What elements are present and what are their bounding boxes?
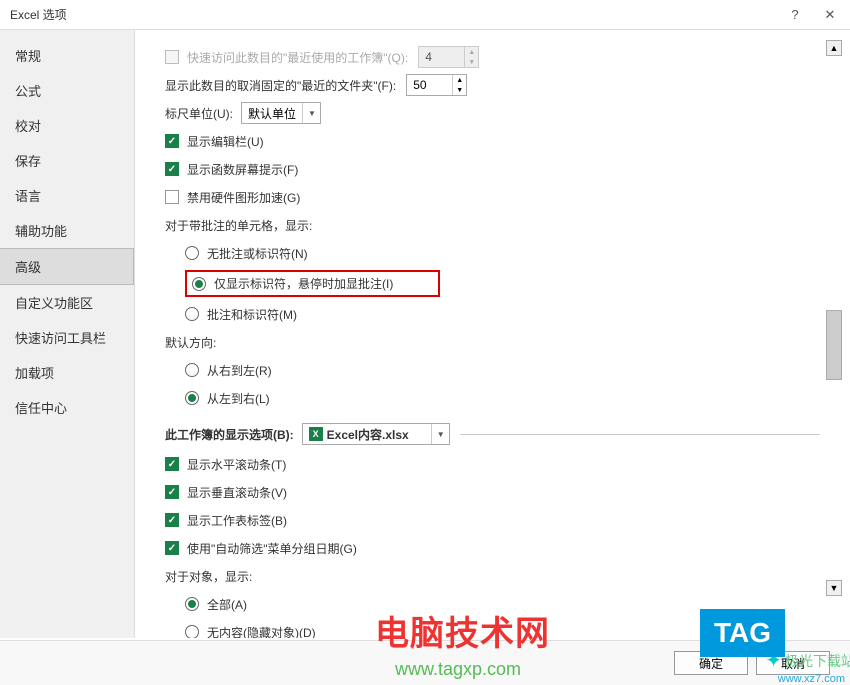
ok-button[interactable]: 确定 [674,651,748,675]
disable-hw-accel-checkbox[interactable] [165,190,179,204]
workbook-dropdown[interactable]: X Excel内容.xlsx ▼ [302,423,450,445]
vscroll-checkbox[interactable] [165,485,179,499]
highlight-annotation: 仅显示标识符，悬停时加显批注(I) [185,270,440,297]
hscroll-checkbox[interactable] [165,457,179,471]
hscroll-label: 显示水平滚动条(T) [187,456,286,473]
dir-rtl-radio[interactable] [185,363,199,377]
workbook-value: Excel内容.xlsx [327,426,409,443]
vscroll-label: 显示垂直滚动条(V) [187,484,287,501]
dir-ltr-radio[interactable] [185,391,199,405]
sidebar-item-addins[interactable]: 加载项 [0,355,134,390]
unpinned-value[interactable] [407,76,452,94]
sheet-tabs-checkbox[interactable] [165,513,179,527]
cancel-button[interactable]: 取消 [756,651,830,675]
show-formula-bar-label: 显示编辑栏(U) [187,133,264,150]
comments-indicator-radio[interactable] [192,277,206,291]
window-controls: ? ✕ [785,5,840,25]
workbook-section-header: 此工作簿的显示选项(B): X Excel内容.xlsx ▼ [165,423,820,445]
sidebar-item-qat[interactable]: 快速访问工具栏 [0,320,134,355]
ruler-units-value: 默认单位 [248,105,296,122]
quick-access-checkbox [165,50,179,64]
ruler-label: 标尺单位(U): [165,105,233,122]
footer: 确定 取消 [0,640,850,685]
sidebar-item-customize-ribbon[interactable]: 自定义功能区 [0,285,134,320]
chevron-up-icon[interactable]: ▲ [453,75,466,85]
comments-header: 对于带批注的单元格，显示: [165,217,312,234]
scrollbar-thumb[interactable] [826,310,842,380]
comments-none-radio[interactable] [185,246,199,260]
titlebar: Excel 选项 ? ✕ [0,0,850,30]
unpinned-label: 显示此数目的取消固定的"最近的文件夹"(F): [165,77,396,94]
ruler-units-dropdown[interactable]: 默认单位 ▼ [241,102,321,124]
help-icon[interactable]: ? [785,5,805,25]
comments-both-radio[interactable] [185,307,199,321]
sheet-tabs-label: 显示工作表标签(B) [187,512,287,529]
sidebar-item-general[interactable]: 常规 [0,38,134,73]
sidebar-item-accessibility[interactable]: 辅助功能 [0,213,134,248]
scroll-up-icon[interactable]: ▲ [826,40,842,56]
sidebar-item-formulas[interactable]: 公式 [0,73,134,108]
sidebar-item-save[interactable]: 保存 [0,143,134,178]
autofilter-dates-checkbox[interactable] [165,541,179,555]
objects-none-label: 无内容(隐藏对象)(D) [207,624,316,639]
objects-all-radio[interactable] [185,597,199,611]
unpinned-spinner[interactable]: ▲▼ [406,74,467,96]
comments-indicator-label: 仅显示标识符，悬停时加显批注(I) [214,275,433,292]
show-function-tips-label: 显示函数屏幕提示(F) [187,161,298,178]
sidebar-item-proofing[interactable]: 校对 [0,108,134,143]
excel-icon: X [309,427,323,441]
sidebar-item-trust-center[interactable]: 信任中心 [0,390,134,425]
sidebar-item-language[interactable]: 语言 [0,178,134,213]
chevron-down-icon: ▼ [302,103,316,123]
show-function-tips-checkbox[interactable] [165,162,179,176]
objects-all-label: 全部(A) [207,596,247,613]
autofilter-dates-label: 使用"自动筛选"菜单分组日期(G) [187,540,357,557]
sidebar: 常规 公式 校对 保存 语言 辅助功能 高级 自定义功能区 快速访问工具栏 加载… [0,30,135,638]
objects-header: 对于对象，显示: [165,568,252,585]
comments-both-label: 批注和标识符(M) [207,306,297,323]
workbook-section-label: 此工作簿的显示选项(B): [165,426,294,443]
sidebar-item-advanced[interactable]: 高级 [0,248,134,285]
window-title: Excel 选项 [10,6,67,23]
content-pane: ▲ ▼ 快速访问此数目的"最近使用的工作簿"(Q): ▲▼ 显示此数目的取消固定… [135,30,850,638]
objects-none-radio[interactable] [185,625,199,638]
comments-none-label: 无批注或标识符(N) [207,245,308,262]
close-icon[interactable]: ✕ [820,5,840,25]
show-formula-bar-checkbox[interactable] [165,134,179,148]
dir-ltr-label: 从左到右(L) [207,390,270,407]
disable-hw-accel-label: 禁用硬件图形加速(G) [187,189,300,206]
quick-access-label: 快速访问此数目的"最近使用的工作簿"(Q): [187,49,408,66]
chevron-down-icon: ▼ [431,424,445,444]
direction-header: 默认方向: [165,334,216,351]
scroll-down-icon[interactable]: ▼ [826,580,842,596]
chevron-down-icon[interactable]: ▼ [453,85,466,95]
dir-rtl-label: 从右到左(R) [207,362,272,379]
quick-access-value [419,48,464,66]
quick-access-spinner: ▲▼ [418,46,479,68]
